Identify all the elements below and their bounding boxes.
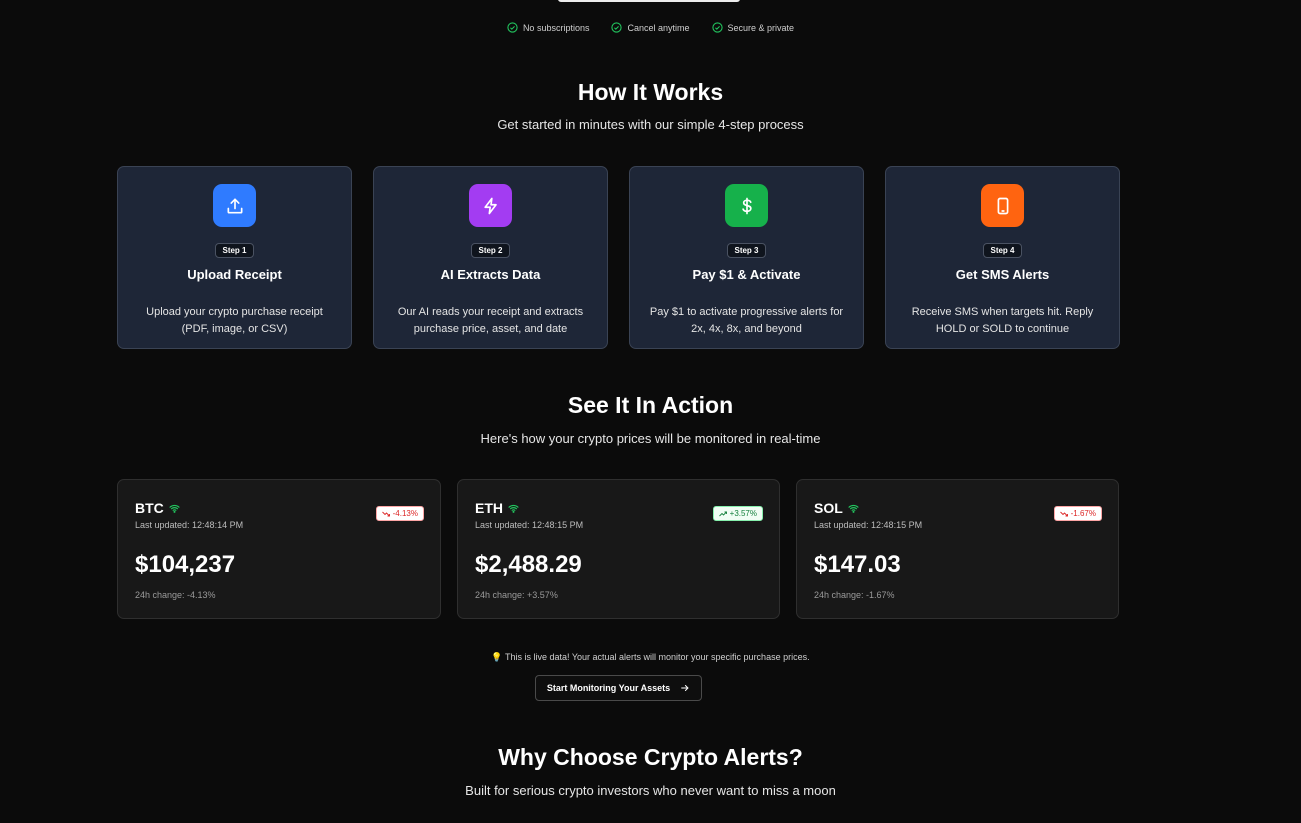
last-updated: Last updated: 12:48:15 PM [814, 520, 923, 530]
step-badge: Step 2 [471, 243, 510, 258]
check-circle-icon [711, 22, 723, 33]
how-it-works-subtitle: Get started in minutes with our simple 4… [497, 117, 804, 132]
step-card-upload: Step 1 Upload Receipt Upload your crypto… [117, 166, 352, 349]
step-icon-tile [213, 184, 256, 227]
live-data-note: 💡 This is live data! Your actual alerts … [0, 652, 1301, 663]
step-title: Get SMS Alerts [955, 267, 1050, 282]
asset-symbol-row: ETH [475, 500, 519, 516]
change-pill: +3.57% [712, 506, 763, 521]
phone-icon [997, 197, 1008, 214]
step-description: Upload your crypto purchase receipt (PDF… [146, 306, 323, 335]
step-card-pay-activate: Step 3 Pay $1 & Activate Pay $1 to activ… [629, 166, 864, 349]
live-data-note-text: This is live data! Your actual alerts wi… [504, 652, 810, 662]
price-card-eth: ETH Last updated: 12:48:15 PM +3.57% $2,… [457, 479, 780, 619]
24h-change: 24h change: +3.57% [475, 590, 558, 600]
trending-up-icon [718, 511, 727, 516]
top-cta-button-edge[interactable] [558, 0, 740, 2]
24h-change: 24h change: -4.13% [135, 590, 216, 600]
asset-symbol-row: SOL [814, 500, 859, 516]
trending-down-icon [1059, 511, 1068, 516]
step-description: Our AI reads your receipt and extracts p… [397, 306, 584, 335]
badge-label: Cancel anytime [627, 22, 690, 33]
arrow-right-icon [681, 685, 689, 691]
asset-price: $147.03 [814, 551, 901, 578]
lightbulb-icon: 💡 [491, 652, 503, 662]
step-badge: Step 3 [727, 243, 766, 258]
badge-label: No subscriptions [522, 22, 590, 33]
badge-cancel-anytime: Cancel anytime [611, 22, 690, 33]
wifi-icon [508, 504, 519, 513]
change-pill-value: -4.13% [392, 509, 418, 518]
24h-change: 24h change: -1.67% [814, 590, 895, 600]
step-badge: Step 1 [215, 243, 254, 258]
step-icon-tile [469, 184, 512, 227]
badge-secure-private: Secure & private [711, 22, 795, 33]
steps-grid: Step 1 Upload Receipt Upload your crypto… [117, 166, 1120, 349]
asset-symbol: SOL [814, 500, 843, 516]
check-circle-icon [611, 22, 623, 33]
see-it-in-action-title: See It In Action [567, 392, 734, 418]
change-pill-value: -1.67% [1070, 509, 1096, 518]
trust-badges: No subscriptions Cancel anytime Secure &… [0, 22, 1301, 33]
wifi-icon [848, 504, 859, 513]
step-icon-tile [725, 184, 768, 227]
asset-symbol-row: BTC [135, 500, 180, 516]
step-title: AI Extracts Data [440, 267, 541, 282]
step-description: Pay $1 to activate progressive alerts fo… [649, 306, 844, 335]
last-updated: Last updated: 12:48:15 PM [475, 520, 584, 530]
start-monitoring-label: Start Monitoring Your Assets [546, 683, 671, 693]
price-card-btc: BTC Last updated: 12:48:14 PM -4.13% $10… [117, 479, 441, 619]
asset-price: $2,488.29 [475, 551, 582, 578]
why-choose-subtitle: Built for serious crypto investors who n… [465, 783, 836, 798]
step-title: Upload Receipt [187, 267, 282, 282]
asset-symbol: BTC [135, 500, 164, 516]
change-pill-value: +3.57% [729, 509, 757, 518]
step-card-sms-alerts: Step 4 Get SMS Alerts Receive SMS when t… [885, 166, 1120, 349]
step-description: Receive SMS when targets hit. Reply HOLD… [911, 306, 1094, 335]
step-icon-tile [981, 184, 1024, 227]
step-card-ai-extract: Step 2 AI Extracts Data Our AI reads you… [373, 166, 608, 349]
see-it-in-action-subtitle: Here's how your crypto prices will be mo… [480, 431, 821, 446]
lightning-icon [483, 197, 497, 214]
start-monitoring-button[interactable]: Start Monitoring Your Assets [535, 675, 702, 701]
last-updated: Last updated: 12:48:14 PM [135, 520, 244, 530]
upload-icon [227, 198, 242, 213]
dollar-icon [741, 197, 752, 214]
step-title: Pay $1 & Activate [692, 267, 801, 282]
how-it-works-title: How It Works [577, 79, 724, 105]
asset-symbol: ETH [475, 500, 503, 516]
wifi-icon [169, 504, 180, 513]
check-circle-icon [507, 22, 518, 33]
change-pill: -4.13% [375, 506, 424, 521]
step-badge: Step 4 [983, 243, 1022, 258]
asset-price: $104,237 [135, 551, 236, 578]
price-card-sol: SOL Last updated: 12:48:15 PM -1.67% $14… [796, 479, 1119, 619]
trending-down-icon [381, 511, 390, 516]
badge-no-subscriptions: No subscriptions [507, 22, 590, 33]
price-cards: BTC Last updated: 12:48:14 PM -4.13% $10… [117, 479, 1119, 619]
why-choose-title: Why Choose Crypto Alerts? [498, 744, 803, 770]
change-pill: -1.67% [1053, 506, 1102, 521]
badge-label: Secure & private [727, 22, 795, 33]
